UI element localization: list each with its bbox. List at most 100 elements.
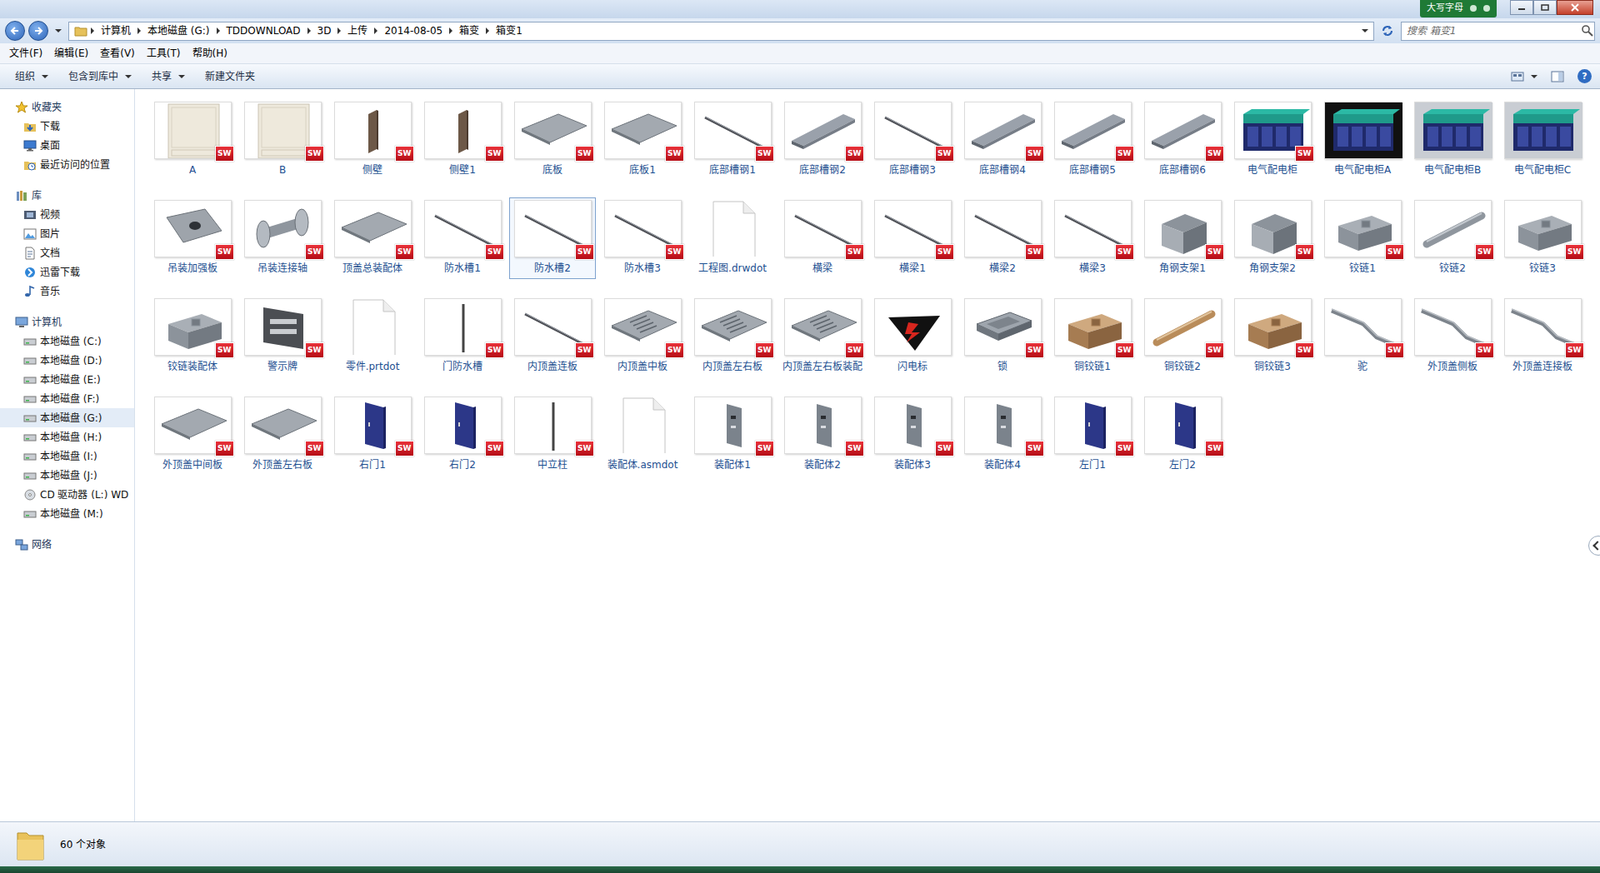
- help-button[interactable]: ?: [1577, 69, 1592, 84]
- nav-item[interactable]: 文档: [0, 243, 135, 263]
- file-thumbnail[interactable]: SW: [784, 298, 862, 356]
- file-item[interactable]: SW角钢支架2: [1229, 197, 1316, 280]
- file-thumbnail[interactable]: SW: [514, 396, 592, 455]
- file-thumbnail[interactable]: [334, 298, 412, 356]
- file-thumbnail[interactable]: [604, 396, 682, 455]
- nav-item[interactable]: 本地磁盘 (M:): [0, 504, 135, 524]
- file-item[interactable]: SW左门2: [1139, 394, 1226, 476]
- nav-item[interactable]: 最近访问的位置: [0, 155, 135, 175]
- file-item[interactable]: 电气配电柜A: [1319, 99, 1406, 181]
- separator-icon[interactable]: [307, 27, 311, 35]
- nav-group-header[interactable]: 库: [0, 185, 135, 205]
- nav-item[interactable]: CD 驱动器 (L:) WD: [0, 485, 135, 505]
- nav-group-header[interactable]: 计算机: [0, 312, 135, 332]
- file-thumbnail[interactable]: SW: [874, 396, 952, 455]
- file-item[interactable]: 装配体.asmdot: [599, 394, 686, 476]
- file-item[interactable]: SW装配体4: [959, 394, 1046, 476]
- file-thumbnail[interactable]: SW: [784, 200, 862, 258]
- collapse-pane-button[interactable]: [1588, 535, 1600, 556]
- file-thumbnail[interactable]: SW: [964, 101, 1042, 160]
- file-item[interactable]: SW吊装连接轴: [239, 197, 326, 280]
- forward-button[interactable]: [28, 20, 49, 41]
- file-item[interactable]: SW装配体1: [689, 394, 776, 476]
- file-item[interactable]: 电气配电柜B: [1409, 99, 1496, 181]
- nav-item[interactable]: 本地磁盘 (F:): [0, 389, 135, 409]
- minimize-button[interactable]: [1510, 0, 1534, 15]
- file-thumbnail[interactable]: SW: [154, 200, 232, 258]
- toolbar-button[interactable]: 包含到库中: [61, 65, 139, 88]
- file-item[interactable]: SW横梁: [779, 197, 866, 280]
- file-thumbnail[interactable]: SW: [1504, 298, 1582, 356]
- breadcrumb-item[interactable]: 上传: [344, 23, 371, 39]
- file-thumbnail[interactable]: SW: [1144, 396, 1222, 455]
- file-thumbnail[interactable]: [874, 298, 952, 356]
- file-thumbnail[interactable]: SW: [1504, 200, 1582, 258]
- file-item[interactable]: SW铰链装配体: [149, 295, 236, 378]
- file-thumbnail[interactable]: [1324, 101, 1402, 160]
- file-item[interactable]: SW外顶盖侧板: [1409, 295, 1496, 378]
- file-item[interactable]: SW吊装加强板: [149, 197, 236, 280]
- file-item[interactable]: SW铰链3: [1499, 197, 1586, 280]
- menu-item[interactable]: 工具(T): [140, 43, 187, 64]
- file-thumbnail[interactable]: SW: [1144, 298, 1222, 356]
- file-item[interactable]: SW底板: [509, 99, 596, 181]
- file-item[interactable]: SW底部槽钢2: [779, 99, 866, 181]
- file-item[interactable]: SW横梁1: [869, 197, 956, 280]
- close-button[interactable]: [1556, 0, 1594, 15]
- menu-item[interactable]: 文件(F): [3, 43, 49, 64]
- separator-icon[interactable]: [337, 27, 341, 35]
- file-item[interactable]: SW铜铰链1: [1049, 295, 1136, 378]
- back-button[interactable]: [5, 20, 25, 41]
- file-item[interactable]: SW内顶盖左右板装配: [779, 295, 866, 378]
- file-item[interactable]: SW门防水槽: [419, 295, 506, 378]
- file-thumbnail[interactable]: SW: [424, 298, 502, 356]
- file-thumbnail[interactable]: SW: [1054, 298, 1132, 356]
- search-icon[interactable]: [1580, 24, 1595, 38]
- file-thumbnail[interactable]: SW: [1414, 298, 1492, 356]
- view-button[interactable]: [1510, 70, 1538, 83]
- file-thumbnail[interactable]: SW: [1234, 101, 1312, 160]
- file-item[interactable]: SW驼: [1319, 295, 1406, 378]
- file-item[interactable]: SW内顶盖左右板: [689, 295, 776, 378]
- file-thumbnail[interactable]: SW: [694, 101, 772, 160]
- file-item[interactable]: SW外顶盖中间板: [149, 394, 236, 476]
- file-thumbnail[interactable]: SW: [334, 396, 412, 455]
- toolbar-button[interactable]: 新建文件夹: [198, 65, 262, 88]
- file-thumbnail[interactable]: SW: [1144, 200, 1222, 258]
- file-item[interactable]: SWA: [149, 99, 236, 181]
- file-item[interactable]: SW电气配电柜: [1229, 99, 1316, 181]
- file-item[interactable]: SW防水槽3: [599, 197, 686, 280]
- file-thumbnail[interactable]: SW: [1324, 200, 1402, 258]
- file-item[interactable]: SW内顶盖连板: [509, 295, 596, 378]
- breadcrumb-item[interactable]: 箱变1: [492, 23, 526, 39]
- file-thumbnail[interactable]: [1414, 101, 1492, 160]
- file-thumbnail[interactable]: SW: [244, 101, 322, 160]
- history-dropdown[interactable]: [55, 29, 62, 33]
- file-thumbnail[interactable]: SW: [244, 298, 322, 356]
- breadcrumb-item[interactable]: 计算机: [97, 23, 135, 39]
- file-thumbnail[interactable]: [694, 200, 772, 258]
- nav-item[interactable]: 本地磁盘 (G:): [0, 408, 135, 428]
- file-thumbnail[interactable]: SW: [784, 101, 862, 160]
- separator-icon[interactable]: [137, 27, 141, 35]
- file-item[interactable]: SW铜铰链2: [1139, 295, 1226, 378]
- file-item[interactable]: 闪电标: [869, 295, 956, 378]
- breadcrumb-item[interactable]: 本地磁盘 (G:): [144, 23, 214, 39]
- file-thumbnail[interactable]: SW: [604, 200, 682, 258]
- file-thumbnail[interactable]: SW: [514, 200, 592, 258]
- file-thumbnail[interactable]: SW: [154, 101, 232, 160]
- file-item[interactable]: 零件.prtdot: [329, 295, 416, 378]
- file-thumbnail[interactable]: SW: [424, 396, 502, 455]
- nav-group-header[interactable]: 网络: [0, 535, 135, 555]
- file-item[interactable]: 工程图.drwdot: [689, 197, 776, 280]
- search-input[interactable]: [1401, 23, 1581, 39]
- file-item[interactable]: SW中立柱: [509, 394, 596, 476]
- file-item[interactable]: SW锁: [959, 295, 1046, 378]
- preview-pane-button[interactable]: [1550, 70, 1565, 83]
- file-thumbnail[interactable]: SW: [244, 396, 322, 455]
- file-item[interactable]: SW底板1: [599, 99, 686, 181]
- separator-icon[interactable]: [374, 27, 378, 35]
- file-thumbnail[interactable]: SW: [334, 200, 412, 258]
- file-item[interactable]: SW外顶盖左右板: [239, 394, 326, 476]
- file-item[interactable]: SW外顶盖连接板: [1499, 295, 1586, 378]
